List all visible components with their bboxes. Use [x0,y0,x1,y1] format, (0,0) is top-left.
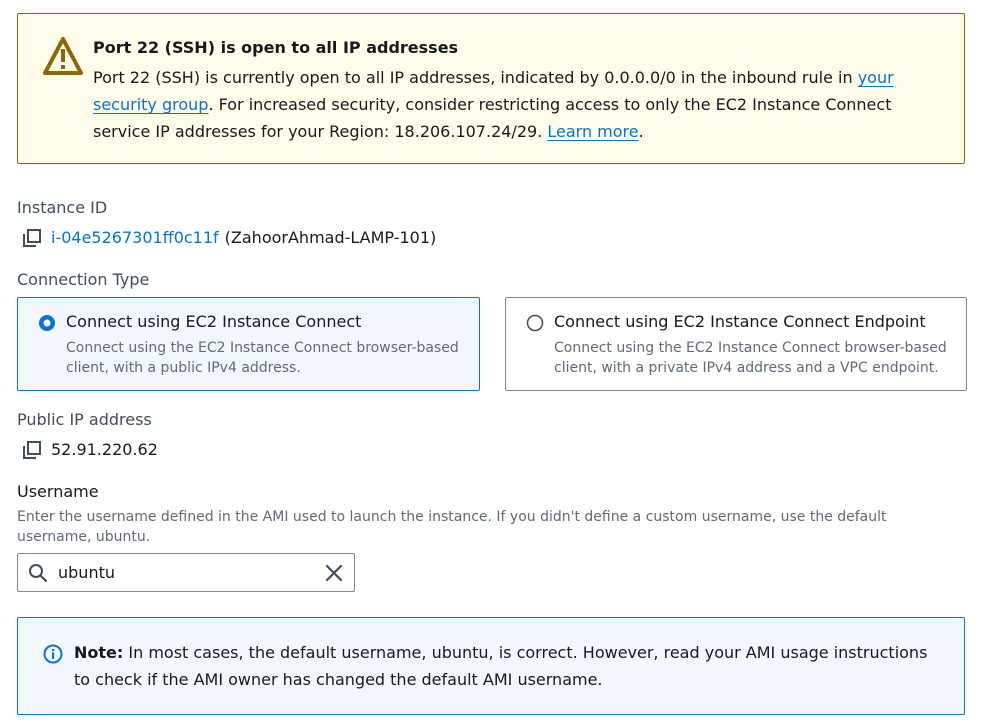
warning-text-3: . [638,122,644,141]
note-label: Note: [74,643,124,662]
close-icon[interactable] [324,563,344,583]
username-label: Username [17,482,99,501]
warning-message: Port 22 (SSH) is currently open to all I… [93,64,913,145]
public-ip-label: Public IP address [17,410,152,429]
option-ec2-instance-connect[interactable]: Connect using EC2 Instance Connect Conne… [17,297,480,391]
instance-name: (ZahoorAhmad-LAMP-101) [224,228,437,247]
instance-id-row: i-04e5267301ff0c11f (ZahoorAhmad-LAMP-10… [23,228,436,247]
connection-type-label: Connection Type [17,270,150,289]
username-description: Enter the username defined in the AMI us… [17,509,887,545]
username-input[interactable] [58,560,308,585]
note-text: In most cases, the default username, ubu… [74,643,928,689]
option-title: Connect using EC2 Instance Connect [66,312,362,331]
warning-text-1: Port 22 (SSH) is currently open to all I… [93,68,858,87]
public-ip-row: 52.91.220.62 [23,440,158,459]
warning-text-2: . For increased security, consider restr… [93,95,892,141]
username-info-alert: Note: In most cases, the default usernam… [17,617,965,715]
ssh-warning-alert: Port 22 (SSH) is open to all IP addresse… [17,13,965,164]
copy-icon[interactable] [23,228,41,247]
info-icon [43,644,63,664]
option-ec2-instance-connect-endpoint[interactable]: Connect using EC2 Instance Connect Endpo… [505,297,967,391]
username-field[interactable] [17,553,355,592]
info-message: Note: In most cases, the default usernam… [74,639,934,693]
option-description: Connect using the EC2 Instance Connect b… [66,340,459,376]
public-ip-value: 52.91.220.62 [51,440,158,459]
learn-more-link[interactable]: Learn more [547,122,638,141]
instance-id-link[interactable]: i-04e5267301ff0c11f [51,228,219,247]
search-icon [29,564,48,583]
warning-icon [43,37,83,75]
option-description: Connect using the EC2 Instance Connect b… [554,340,947,376]
copy-icon[interactable] [23,440,41,459]
instance-id-label: Instance ID [17,198,108,217]
radio-unselected-icon[interactable] [526,314,544,332]
option-title: Connect using EC2 Instance Connect Endpo… [554,312,926,331]
warning-title: Port 22 (SSH) is open to all IP addresse… [93,38,459,57]
radio-selected-icon[interactable] [38,314,56,332]
